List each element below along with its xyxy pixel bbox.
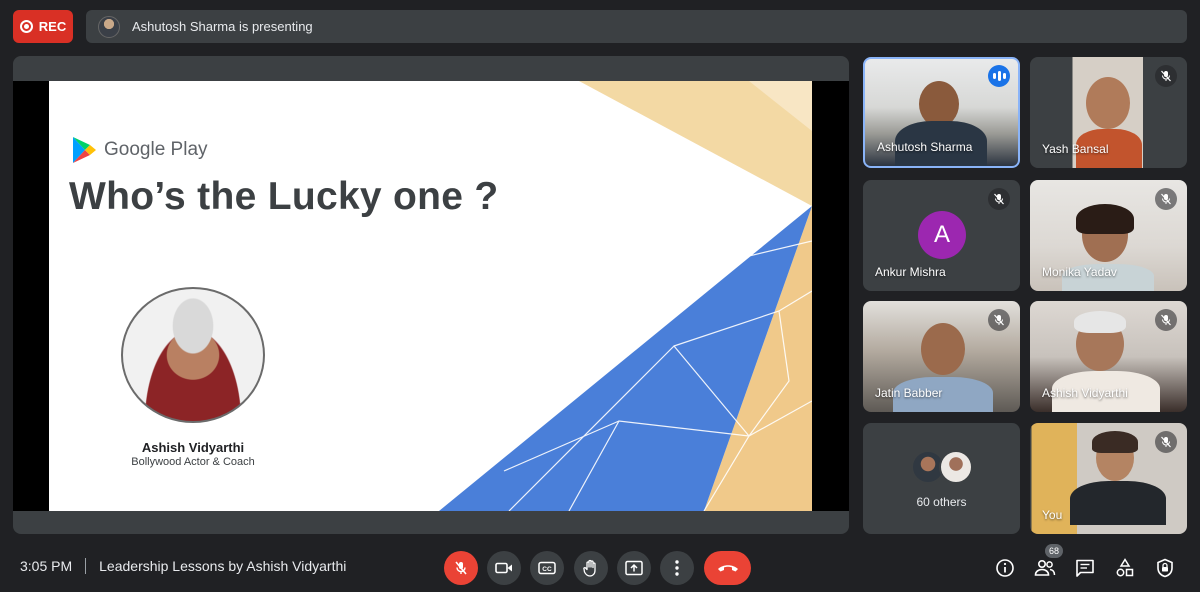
meet-window: REC Ashutosh Sharma is presenting Google… (0, 0, 1200, 592)
participant-tile-jatin[interactable]: Jatin Babber (863, 301, 1020, 412)
google-play-logo: Google Play (71, 136, 208, 164)
mic-off-icon (988, 309, 1010, 331)
leave-call-button[interactable] (704, 551, 751, 585)
more-options-button[interactable] (660, 551, 694, 585)
speaking-indicator-icon (988, 65, 1010, 87)
presenting-text: Ashutosh Sharma is presenting (132, 19, 313, 34)
meeting-info: 3:05 PM Leadership Lessons by Ashish Vid… (20, 558, 346, 574)
participant-name: Monika Yadav (1042, 265, 1117, 279)
avatar (939, 450, 973, 484)
present-icon (625, 560, 643, 576)
meeting-details-button[interactable] (993, 556, 1017, 580)
mic-off-icon (1155, 431, 1177, 453)
mic-toggle-button[interactable] (444, 551, 478, 585)
speaker-name: Ashish Vidyarthi (141, 440, 245, 455)
camera-toggle-button[interactable] (487, 551, 521, 585)
video-feed-body (1070, 481, 1166, 525)
mic-off-icon (1155, 65, 1177, 87)
avatar: A (918, 211, 966, 259)
others-count: 60 others (916, 495, 967, 509)
presenting-banner[interactable]: Ashutosh Sharma is presenting (86, 10, 1187, 43)
clock-time: 3:05 PM (20, 558, 73, 574)
activities-button[interactable] (1113, 556, 1137, 580)
participant-name: Ashish Vidyarthi (1042, 386, 1128, 400)
recording-button[interactable]: REC (13, 10, 73, 43)
hang-up-icon (717, 565, 738, 572)
info-icon (996, 559, 1014, 577)
google-play-wordmark: Google Play (104, 139, 208, 160)
participant-tile-monika[interactable]: Monika Yadav (1030, 180, 1187, 291)
speaker-role: Bollywood Actor & Coach (131, 456, 255, 468)
mic-off-icon (1155, 309, 1177, 331)
raise-hand-icon (583, 559, 596, 577)
activities-icon (1116, 558, 1134, 577)
svg-text:CC: CC (542, 566, 552, 573)
host-controls-icon (1157, 558, 1173, 578)
participant-tile-self[interactable]: You (1030, 423, 1187, 534)
presentation-slide: Google Play Who’s the Lucky one ? Ashish… (49, 81, 812, 511)
captions-icon: CC (538, 561, 556, 575)
record-icon (19, 20, 33, 33)
slide-title: Who’s the Lucky one ? (69, 175, 499, 218)
video-feed-hair (1092, 431, 1138, 453)
meeting-title: Leadership Lessons by Ashish Vidyarthi (99, 558, 347, 574)
video-feed (921, 323, 965, 375)
mic-off-icon (988, 188, 1010, 210)
mic-off-icon (1155, 188, 1177, 210)
mic-off-icon (455, 561, 467, 575)
speaker-photo (121, 287, 265, 423)
people-button[interactable] (1033, 556, 1057, 580)
others-avatar-stack (911, 450, 973, 484)
camera-icon (495, 562, 512, 574)
participant-tile-ankur[interactable]: A Ankur Mishra (863, 180, 1020, 291)
raise-hand-button[interactable] (574, 551, 608, 585)
participant-tile-yash[interactable]: Yash Bansal (1030, 57, 1187, 168)
participant-name: You (1042, 508, 1063, 522)
participant-name: Jatin Babber (875, 386, 943, 400)
video-feed-hair (1074, 311, 1126, 333)
divider (85, 558, 87, 574)
chat-icon (1076, 559, 1094, 577)
video-feed-hair (1076, 204, 1134, 234)
host-controls-button[interactable] (1153, 556, 1177, 580)
more-options-icon (675, 560, 679, 576)
participant-tile-others[interactable]: 60 others (863, 423, 1020, 534)
presenter-avatar (98, 15, 120, 38)
people-icon (1034, 559, 1056, 576)
participant-count-badge: 68 (1045, 544, 1063, 558)
google-play-icon (73, 137, 96, 163)
participant-name: Yash Bansal (1042, 142, 1109, 156)
participant-tile-ashish[interactable]: Ashish Vidyarthi (1030, 301, 1187, 412)
present-screen-button[interactable] (617, 551, 651, 585)
participant-name: Ashutosh Sharma (877, 140, 973, 154)
captions-button[interactable]: CC (530, 551, 564, 585)
participant-name: Ankur Mishra (875, 265, 946, 279)
recording-label: REC (38, 19, 67, 34)
chat-button[interactable] (1073, 556, 1097, 580)
video-feed (1086, 77, 1130, 129)
presentation-stage[interactable]: Google Play Who’s the Lucky one ? Ashish… (13, 56, 849, 534)
participant-tile-ashutosh[interactable]: Ashutosh Sharma (863, 57, 1020, 168)
